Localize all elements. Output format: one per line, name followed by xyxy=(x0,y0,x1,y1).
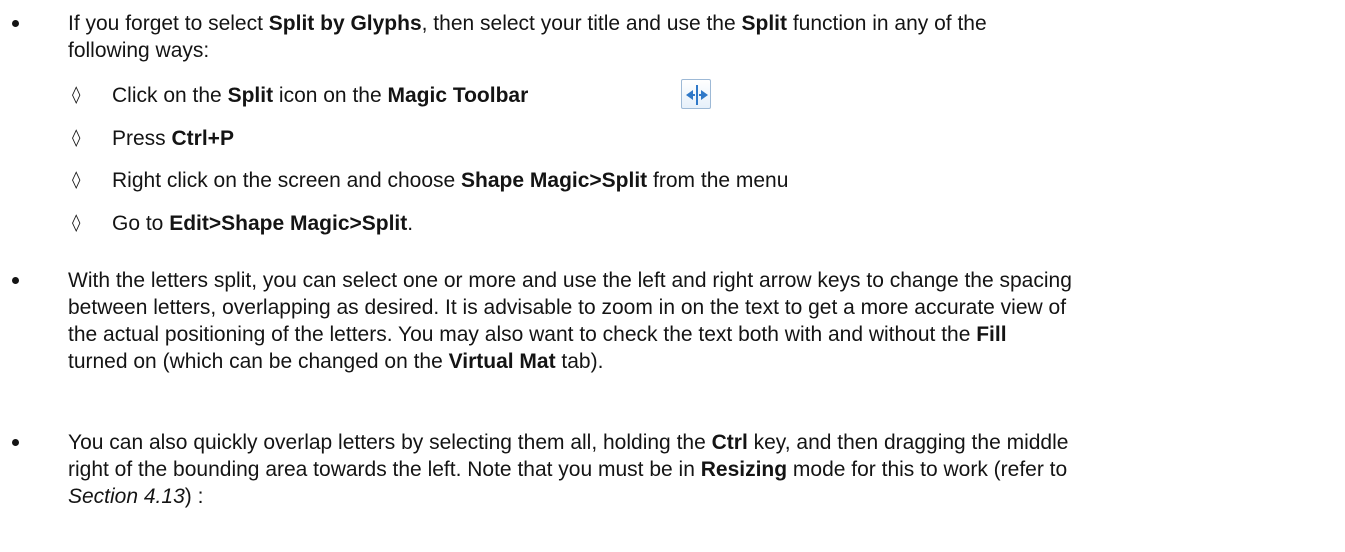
diamond-bullet-icon: ◊ xyxy=(72,213,81,233)
bullet-dot xyxy=(12,439,19,446)
bullet-text-line: You can also quickly overlap letters by … xyxy=(68,431,1069,454)
diamond-bullet-icon: ◊ xyxy=(72,170,81,190)
bullet-text-line: right of the bounding area towards the l… xyxy=(68,458,1068,481)
sub-item-text: Right click on the screen and choose Sha… xyxy=(112,169,789,192)
sub-item-text: Click on the Split icon on the Magic Too… xyxy=(112,84,529,107)
bullet-text-line: following ways: xyxy=(68,39,210,62)
bullet-text-line: With the letters split, you can select o… xyxy=(68,269,1072,292)
bullet-dot xyxy=(12,277,19,284)
sub-item-text: Press Ctrl+P xyxy=(112,127,234,150)
diamond-bullet-icon: ◊ xyxy=(72,85,81,105)
diamond-bullet-icon: ◊ xyxy=(72,128,81,148)
split-icon xyxy=(681,79,711,109)
bullet-dot xyxy=(12,20,19,27)
bullet-text-line: turned on (which can be changed on the V… xyxy=(68,350,604,373)
bullet-text-line: the actual positioning of the letters. Y… xyxy=(68,323,1007,346)
bullet-text-line: Section 4.13) : xyxy=(68,485,204,508)
bullet-text-line: If you forget to select Split by Glyphs,… xyxy=(68,12,987,35)
sub-item-text: Go to Edit>Shape Magic>Split. xyxy=(112,212,414,235)
bullet-text-line: between letters, overlapping as desired.… xyxy=(68,296,1067,319)
